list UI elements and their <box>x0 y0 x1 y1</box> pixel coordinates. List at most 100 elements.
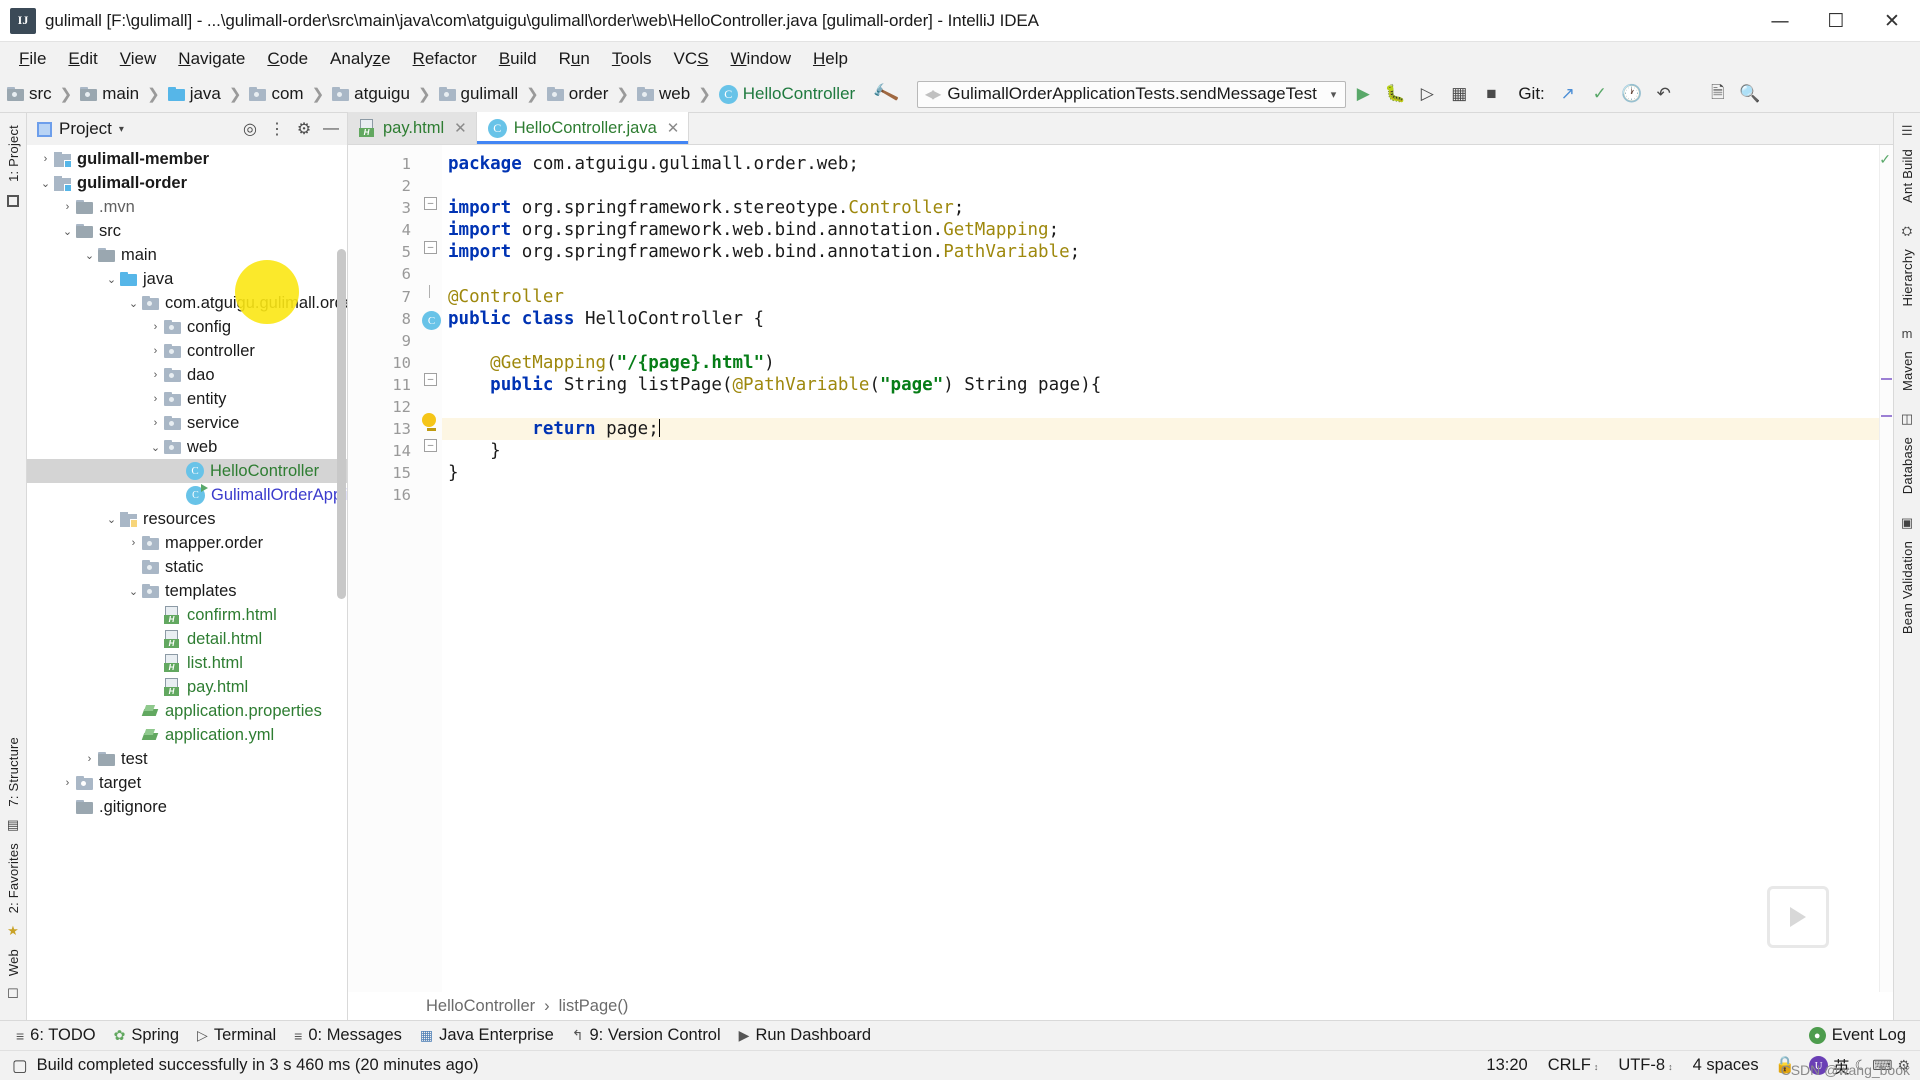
error-stripe-markers[interactable]: ✓ <box>1879 145 1893 992</box>
menu-view[interactable]: View <box>109 45 168 73</box>
target-icon[interactable]: ◎ <box>238 117 262 141</box>
preview-play-widget[interactable] <box>1767 886 1829 948</box>
tree-item-entity[interactable]: › entity <box>27 387 347 411</box>
code-line[interactable]: import org.springframework.web.bind.anno… <box>442 219 1893 241</box>
fold-icon[interactable]: – <box>424 373 437 386</box>
tool-window-java-enterprise[interactable]: ▦ Java Enterprise <box>416 1026 568 1045</box>
breadcrumb-method[interactable]: listPage() <box>559 997 629 1016</box>
fold-icon[interactable]: – <box>424 241 437 254</box>
breadcrumb-gulimall[interactable]: gulimall <box>436 82 522 106</box>
tool-window-spring[interactable]: ✿ Spring <box>110 1026 193 1045</box>
code-content[interactable]: package com.atguigu.gulimall.order.web; … <box>442 145 1893 992</box>
rollback-icon[interactable]: ↶ <box>1649 80 1679 108</box>
code-line[interactable] <box>442 396 1893 418</box>
file-encoding[interactable]: UTF-8 ↕ <box>1608 1056 1682 1075</box>
line-separator[interactable]: CRLF ↕ <box>1538 1056 1609 1075</box>
chevron-right-icon[interactable]: › <box>147 369 164 381</box>
fold-icon[interactable]: – <box>424 439 437 452</box>
breadcrumb-web[interactable]: web <box>634 82 693 106</box>
tree-item-detail-html[interactable]: Hdetail.html <box>27 627 347 651</box>
tree-item-dao[interactable]: › dao <box>27 363 347 387</box>
collapse-all-icon[interactable]: ⋮ <box>265 117 289 141</box>
menu-file[interactable]: FFileile <box>8 45 57 73</box>
event-log-button[interactable]: ● Event Log <box>1805 1026 1920 1045</box>
code-editor[interactable]: 1 2 3 4 5 6 7 8 9 10 11 12 13 14 15 16 – – – – C packag… <box>348 145 1893 992</box>
menu-vcs[interactable]: VCS <box>663 45 720 73</box>
commit-icon[interactable]: ✓ <box>1585 80 1615 108</box>
chevron-right-icon[interactable]: › <box>147 345 164 357</box>
tree-item-hellocontroller[interactable]: C HelloController <box>27 459 347 483</box>
hammer-icon[interactable]: 🔨 <box>871 79 901 110</box>
code-line[interactable]: import org.springframework.stereotype.Co… <box>442 197 1893 219</box>
chevron-right-icon[interactable]: › <box>59 201 76 213</box>
stop-icon[interactable]: ■ <box>1476 80 1506 108</box>
chevron-down-icon[interactable]: ⌄ <box>147 441 164 454</box>
tree-item-confirm-html[interactable]: Hconfirm.html <box>27 603 347 627</box>
code-line[interactable] <box>442 484 1893 506</box>
sidebar-item-structure[interactable]: 7: Structure <box>6 731 21 813</box>
menu-navigate[interactable]: Navigate <box>167 45 256 73</box>
spring-bean-gutter-icon[interactable]: C <box>422 311 441 330</box>
menu-code[interactable]: Code <box>256 45 319 73</box>
sidebar-item-favorites[interactable]: 2: Favorites <box>6 837 21 919</box>
tree-item-application-properties[interactable]: application.properties <box>27 699 347 723</box>
hide-icon[interactable]: — <box>319 117 343 141</box>
tool-window-terminal[interactable]: ▷ Terminal <box>193 1026 290 1045</box>
code-line[interactable]: public String listPage(@PathVariable("pa… <box>442 374 1893 396</box>
chevron-right-icon[interactable]: › <box>147 393 164 405</box>
tree-item-config[interactable]: › config <box>27 315 347 339</box>
tree-item-java[interactable]: ⌄ java <box>27 267 347 291</box>
tool-window-todo[interactable]: ≡ 6: TODO <box>12 1026 110 1045</box>
tree-item-templates[interactable]: ⌄ templates <box>27 579 347 603</box>
search-everywhere-icon[interactable]: 🔍 <box>1735 80 1765 108</box>
code-line[interactable]: } <box>442 440 1893 462</box>
tree-item-com-atguigu-gulimall-order[interactable]: ⌄ com.atguigu.gulimall.order <box>27 291 347 315</box>
fold-icon[interactable]: – <box>424 197 437 210</box>
chevron-right-icon[interactable]: › <box>147 321 164 333</box>
project-tree[interactable]: › gulimall-member ⌄ gulimall-order › .mvn ⌄ src… <box>27 145 347 1020</box>
caret-position[interactable]: 13:20 <box>1476 1056 1537 1075</box>
tree-item-main[interactable]: ⌄ main <box>27 243 347 267</box>
sidebar-item-ant-build[interactable]: Ant Build <box>1900 143 1915 209</box>
tool-window-version-control[interactable]: ↰ 9: Version Control <box>568 1026 735 1045</box>
code-line[interactable] <box>442 330 1893 352</box>
chevron-down-icon[interactable]: ⌄ <box>103 513 120 526</box>
code-line[interactable]: import org.springframework.web.bind.anno… <box>442 241 1893 263</box>
chevron-right-icon[interactable]: › <box>81 753 98 765</box>
menu-build[interactable]: Build <box>488 45 548 73</box>
open-in-browser-icon[interactable]: 🗎 <box>1703 80 1733 108</box>
chevron-down-icon[interactable]: ⌄ <box>125 297 142 310</box>
tree-item-static[interactable]: static <box>27 555 347 579</box>
code-line[interactable]: } <box>442 462 1893 484</box>
tree-item--gitignore[interactable]: .gitignore <box>27 795 347 819</box>
chevron-down-icon[interactable]: ⌄ <box>59 225 76 238</box>
sidebar-item-database[interactable]: Database <box>1900 431 1915 500</box>
breadcrumb-class[interactable]: HelloController <box>426 997 535 1016</box>
chevron-down-icon[interactable]: ▾ <box>1317 88 1337 101</box>
tree-item-gulimall-order[interactable]: ⌄ gulimall-order <box>27 171 347 195</box>
chevron-down-icon[interactable]: ⌄ <box>37 177 54 190</box>
tree-item-web[interactable]: ⌄ web <box>27 435 347 459</box>
tree-item-mapper-order[interactable]: › mapper.order <box>27 531 347 555</box>
tree-item-pay-html[interactable]: Hpay.html <box>27 675 347 699</box>
code-line[interactable]: public class HelloController { <box>442 308 1893 330</box>
tree-item--mvn[interactable]: › .mvn <box>27 195 347 219</box>
tool-window-run-dashboard[interactable]: ▶ Run Dashboard <box>735 1026 885 1045</box>
sidebar-item-web[interactable]: Web <box>6 943 21 982</box>
sidebar-item-hierarchy[interactable]: Hierarchy <box>1900 243 1915 312</box>
breadcrumb-com[interactable]: com <box>246 82 306 106</box>
close-icon[interactable]: ✕ <box>667 119 680 137</box>
chevron-down-icon[interactable]: ⌄ <box>125 585 142 598</box>
close-button[interactable]: ✕ <box>1864 0 1920 41</box>
run-configuration-selector[interactable]: ◀▶ GulimallOrderApplicationTests.sendMes… <box>916 80 1347 108</box>
tree-item-src[interactable]: ⌄ src <box>27 219 347 243</box>
code-line[interactable]: package com.atguigu.gulimall.order.web; <box>442 153 1893 175</box>
menu-tools[interactable]: Tools <box>601 45 663 73</box>
tree-item-gulimallorderapplica[interactable]: CGulimallOrderApplica <box>27 483 347 507</box>
code-line[interactable]: return page; <box>442 418 1893 441</box>
chevron-down-icon[interactable]: ▾ <box>119 124 124 135</box>
run-coverage-icon[interactable]: ▷ <box>1412 80 1442 108</box>
tree-item-resources[interactable]: ⌄ resources <box>27 507 347 531</box>
tree-item-service[interactable]: › service <box>27 411 347 435</box>
code-line[interactable] <box>442 175 1893 197</box>
